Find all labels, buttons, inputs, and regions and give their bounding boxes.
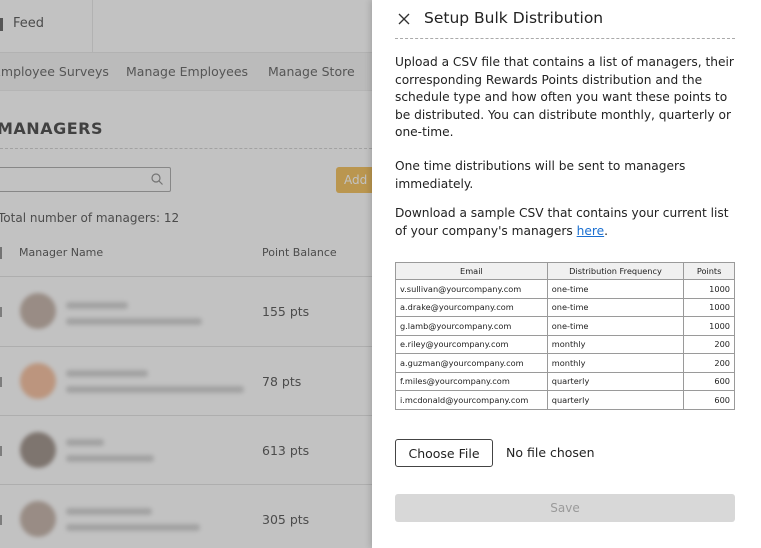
cell-frequency: quarterly — [546, 371, 685, 391]
table-header-row: Email Distribution Frequency Points — [395, 262, 735, 280]
drawer-title: Setup Bulk Distribution — [424, 9, 604, 27]
table-row: a.guzman@yourcompany.com monthly 200 — [395, 353, 735, 373]
cell-points: 1000 — [683, 297, 735, 317]
cell-points: 600 — [683, 390, 735, 410]
cell-points: 200 — [683, 334, 735, 354]
cell-frequency: monthly — [546, 353, 685, 373]
table-row: a.drake@yourcompany.com one-time 1000 — [395, 297, 735, 317]
instructions-paragraph: Upload a CSV file that contains a list o… — [395, 55, 734, 139]
cell-points: 600 — [683, 371, 735, 391]
save-button[interactable]: Save — [395, 494, 735, 522]
column-header-email: Email — [395, 262, 548, 280]
cell-email: f.miles@yourcompany.com — [395, 371, 548, 391]
cell-email: e.riley@yourcompany.com — [395, 334, 548, 354]
choose-file-button[interactable]: Choose File — [395, 439, 493, 467]
column-header-points: Points — [683, 262, 735, 280]
cell-email: g.lamb@yourcompany.com — [395, 316, 548, 336]
table-row: e.riley@yourcompany.com monthly 200 — [395, 334, 735, 354]
sample-csv-table: Email Distribution Frequency Points v.su… — [395, 262, 735, 410]
cell-frequency: one-time — [546, 279, 685, 299]
table-row: i.mcdonald@yourcompany.com quarterly 600 — [395, 390, 735, 410]
cell-frequency: one-time — [546, 316, 685, 336]
cell-email: a.guzman@yourcompany.com — [395, 353, 548, 373]
download-sample-paragraph: Download a sample CSV that contains your… — [395, 205, 735, 240]
cell-frequency: one-time — [546, 297, 685, 317]
cell-email: a.drake@yourcompany.com — [395, 297, 548, 317]
close-icon[interactable] — [396, 11, 412, 27]
cell-points: 1000 — [683, 316, 735, 336]
title-divider — [395, 38, 735, 39]
table-row: v.sullivan@yourcompany.com one-time 1000 — [395, 279, 735, 299]
column-header-frequency: Distribution Frequency — [546, 262, 685, 280]
modal-backdrop[interactable] — [0, 0, 372, 548]
cell-email: i.mcdonald@yourcompany.com — [395, 390, 548, 410]
bulk-distribution-drawer: Setup Bulk Distribution Upload a CSV fil… — [372, 0, 761, 548]
file-status-text: No file chosen — [506, 445, 595, 460]
download-sample-end: . — [604, 223, 608, 238]
cell-email: v.sullivan@yourcompany.com — [395, 279, 548, 299]
table-row: g.lamb@yourcompany.com one-time 1000 — [395, 316, 735, 336]
cell-points: 200 — [683, 353, 735, 373]
cell-points: 1000 — [683, 279, 735, 299]
download-sample-text: Download a sample CSV that contains your… — [395, 206, 729, 238]
cell-frequency: quarterly — [546, 390, 685, 410]
one-time-note: One time distributions will be sent to m… — [395, 159, 686, 191]
table-row: f.miles@yourcompany.com quarterly 600 — [395, 371, 735, 391]
download-sample-link[interactable]: here — [577, 224, 604, 238]
cell-frequency: monthly — [546, 334, 685, 354]
